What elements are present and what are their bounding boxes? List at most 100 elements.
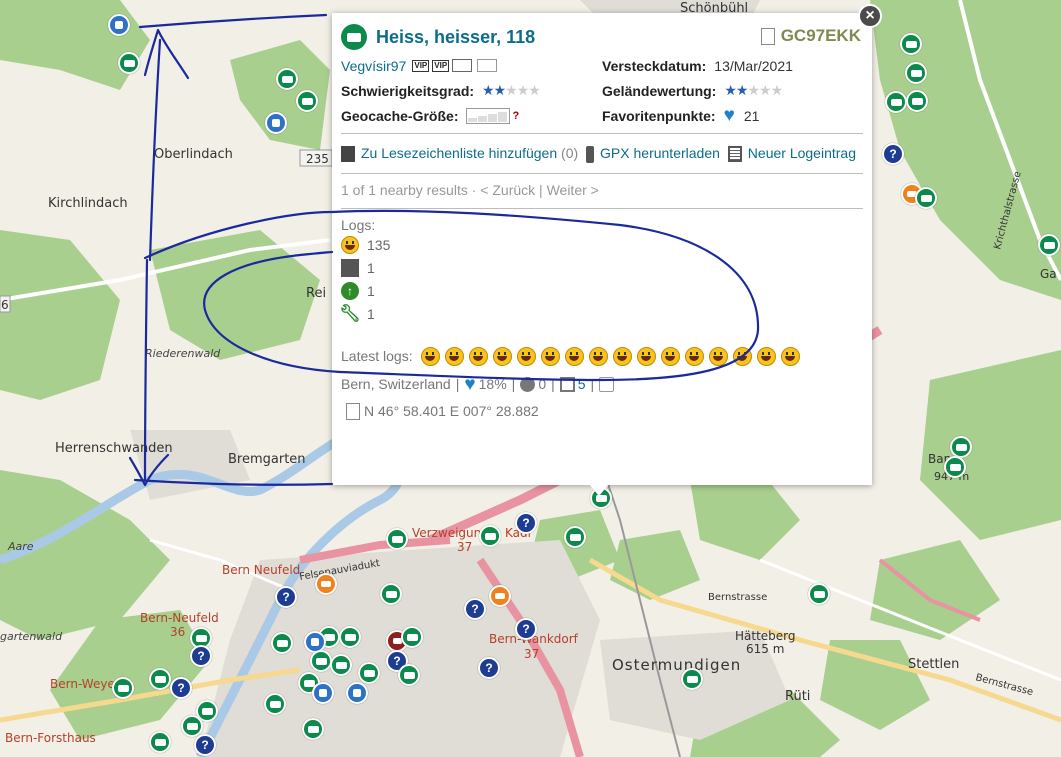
size-unknown-icon	[466, 107, 511, 124]
traditional-cache-marker[interactable]	[276, 68, 298, 90]
nearby-count: 1 of 1 nearby results ·	[341, 182, 477, 198]
copy-coordinates-icon[interactable]	[342, 399, 360, 420]
traditional-cache-marker[interactable]	[149, 731, 171, 753]
mystery-cache-marker[interactable]: ?	[190, 645, 212, 667]
gc-code[interactable]: GC97EKK	[756, 24, 861, 46]
earthcache-marker[interactable]	[346, 682, 368, 704]
latest-logs-label: Latest logs:	[341, 348, 413, 364]
terrain-label: Geländewertung:	[602, 82, 717, 99]
gpx-download-link[interactable]: GPX herunterladen	[600, 145, 720, 161]
traditional-cache-marker[interactable]	[1038, 234, 1060, 256]
heart-icon: ♥	[723, 105, 735, 126]
mystery-cache-marker[interactable]: ?	[515, 618, 537, 640]
found-smiley-icon[interactable]	[420, 346, 440, 366]
latest-logs-icons	[416, 346, 800, 366]
add-to-bookmark-list-link[interactable]: Zu Lesezeichenliste hinzufügen	[361, 145, 557, 161]
traditional-cache-marker[interactable]	[479, 525, 501, 547]
found-smiley-icon[interactable]	[708, 346, 728, 366]
label-bern-neufeld-num: 36	[170, 625, 185, 639]
traditional-cache-marker[interactable]	[118, 52, 140, 74]
nav-next-link[interactable]: Weiter >	[547, 182, 599, 198]
earthcache-marker[interactable]	[312, 682, 334, 704]
mystery-cache-marker[interactable]: ?	[464, 598, 486, 620]
traditional-cache-marker[interactable]	[296, 90, 318, 112]
found-smiley-icon[interactable]	[564, 346, 584, 366]
cache-title-link[interactable]: Heiss, heisser, 118	[376, 27, 535, 48]
mystery-cache-marker[interactable]: ?	[515, 512, 537, 534]
mystery-cache-marker[interactable]: ?	[275, 586, 297, 608]
traditional-cache-marker[interactable]	[112, 677, 134, 699]
multi-cache-marker[interactable]	[315, 573, 337, 595]
traditional-cache-marker[interactable]	[401, 626, 423, 648]
earthcache-marker[interactable]	[265, 112, 287, 134]
traditional-cache-marker[interactable]	[900, 33, 922, 55]
message-icon[interactable]	[452, 59, 473, 72]
favorites-label: Favoritenpunkte:	[602, 107, 716, 124]
traditional-cache-marker[interactable]	[564, 526, 586, 548]
mystery-cache-marker[interactable]: ?	[478, 657, 500, 679]
logs-label: Logs:	[341, 217, 376, 233]
traditional-cache-marker[interactable]	[330, 654, 352, 676]
found-smiley-icon[interactable]	[756, 346, 776, 366]
traditional-cache-marker[interactable]	[906, 90, 928, 112]
traditional-cache-marker[interactable]	[398, 664, 420, 686]
found-smiley-icon[interactable]	[636, 346, 656, 366]
star-icon: ★	[516, 82, 530, 98]
label-oberlindach: Oberlindach	[154, 147, 233, 162]
cache-info-popup: Heiss, heisser, 118 GC97EKK Vegvísir97 V…	[332, 13, 872, 485]
mystery-cache-marker[interactable]: ?	[194, 734, 216, 756]
location-row: Bern, Switzerland | ♥ 18% | 0 | 5 |	[341, 372, 863, 396]
traditional-cache-marker[interactable]	[358, 662, 380, 684]
mystery-cache-marker[interactable]: ?	[882, 143, 904, 165]
favorites-value: 21	[743, 107, 760, 124]
label-bernstrasse-1: Bernstrasse	[708, 592, 767, 603]
traditional-cache-marker[interactable]	[149, 668, 171, 690]
traditional-cache-marker[interactable]	[181, 715, 203, 737]
found-smiley-icon[interactable]	[732, 346, 752, 366]
nav-back-link[interactable]: < Zurück	[480, 182, 535, 198]
copy-icon[interactable]	[756, 24, 775, 45]
traditional-cache-marker[interactable]	[310, 650, 332, 672]
traditional-cache-marker[interactable]	[302, 718, 324, 740]
label-verzweigung-num: 37	[457, 540, 472, 554]
traditional-cache-marker[interactable]	[681, 668, 703, 690]
comment-icon[interactable]	[599, 376, 615, 392]
mystery-cache-marker[interactable]: ?	[170, 677, 192, 699]
traditional-cache-marker[interactable]	[915, 187, 937, 209]
traditional-cache-marker[interactable]	[339, 626, 361, 648]
coordinates-row: N 46° 58.401 E 007° 28.882	[341, 399, 863, 423]
log-count-publish: ↑ 1	[341, 279, 863, 302]
label-road-235: 235	[306, 152, 329, 166]
found-smiley-icon[interactable]	[660, 346, 680, 366]
new-log-link[interactable]: Neuer Logeintrag	[748, 145, 856, 161]
found-smiley-icon[interactable]	[516, 346, 536, 366]
log-count-value: 1	[367, 305, 375, 322]
found-smiley-icon[interactable]	[468, 346, 488, 366]
traditional-cache-marker[interactable]	[386, 528, 408, 550]
multi-cache-marker[interactable]	[489, 585, 511, 607]
traditional-cache-marker[interactable]	[944, 456, 966, 478]
traditional-cache-marker[interactable]	[808, 583, 830, 605]
found-smiley-icon[interactable]	[492, 346, 512, 366]
close-icon[interactable]: ×	[858, 4, 882, 28]
owner-link[interactable]: Vegvísir97	[341, 58, 406, 74]
traditional-cache-marker[interactable]	[380, 583, 402, 605]
traditional-cache-marker[interactable]	[264, 693, 286, 715]
traditional-cache-marker[interactable]	[905, 62, 927, 84]
found-smiley-icon[interactable]	[684, 346, 704, 366]
found-smiley-icon[interactable]	[780, 346, 800, 366]
traditional-cache-marker[interactable]	[950, 436, 972, 458]
star-icon: ★	[747, 82, 760, 98]
email-icon[interactable]	[477, 59, 498, 72]
found-smiley-icon[interactable]	[540, 346, 560, 366]
found-smiley-icon[interactable]	[588, 346, 608, 366]
bookmark-icon	[341, 146, 355, 163]
gallery-count-link[interactable]: 5	[578, 376, 586, 392]
found-smiley-icon[interactable]	[444, 346, 464, 366]
found-smiley-icon[interactable]	[612, 346, 632, 366]
earthcache-marker[interactable]	[108, 14, 130, 36]
write-note-icon	[341, 258, 359, 277]
traditional-cache-marker[interactable]	[885, 91, 907, 113]
traditional-cache-marker[interactable]	[271, 632, 293, 654]
difficulty-label: Schwierigkeitsgrad:	[341, 82, 475, 99]
